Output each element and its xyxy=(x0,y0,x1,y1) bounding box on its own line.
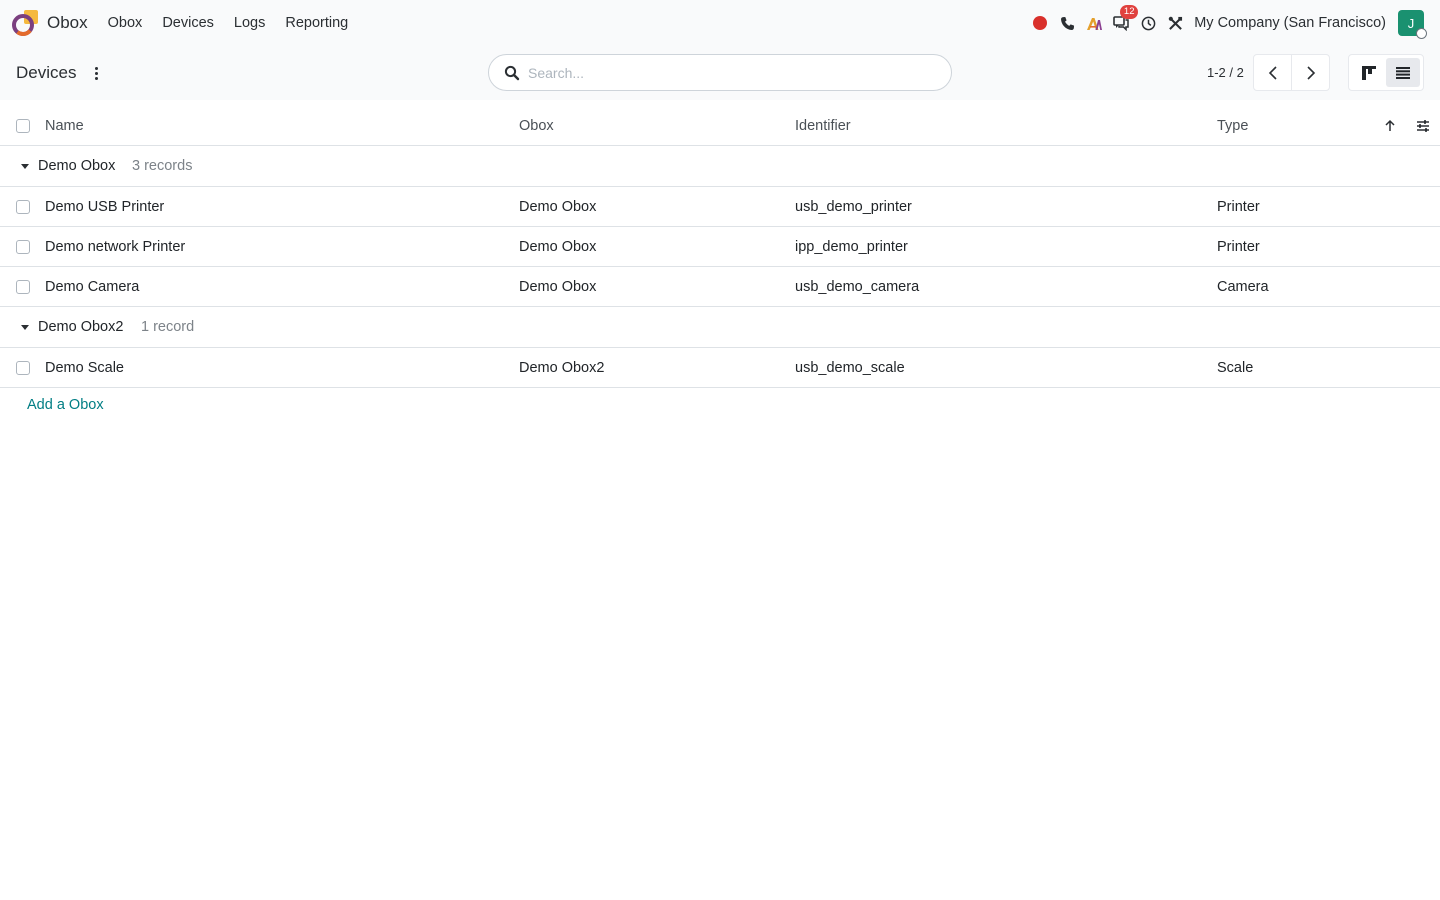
table-row[interactable]: Demo USB Printer Demo Obox usb_demo_prin… xyxy=(0,187,1440,227)
table-row[interactable]: Demo Camera Demo Obox usb_demo_camera Ca… xyxy=(0,267,1440,307)
top-navbar: Obox Obox Devices Logs Reporting 12 My C… xyxy=(0,0,1440,46)
app-brand[interactable]: Obox xyxy=(0,0,88,46)
control-panel: Devices 1-2 / 2 xyxy=(0,46,1440,100)
kanban-icon xyxy=(1362,65,1376,80)
menu-item-reporting[interactable]: Reporting xyxy=(275,0,358,46)
cell-obox: Demo Obox xyxy=(519,238,597,255)
cell-type: Scale xyxy=(1217,359,1254,376)
column-header-obox[interactable]: Obox xyxy=(519,106,554,145)
cell-name: Demo Camera xyxy=(45,278,140,295)
search-bar[interactable] xyxy=(488,54,952,91)
menu-item-obox[interactable]: Obox xyxy=(98,0,153,46)
column-header-name[interactable]: Name xyxy=(45,106,84,145)
presence-status-icon xyxy=(1416,28,1427,39)
group-name: Demo Obox2 xyxy=(38,319,124,335)
cell-identifier: ipp_demo_printer xyxy=(795,238,908,255)
row-checkbox[interactable] xyxy=(16,199,30,214)
chevron-right-icon xyxy=(1306,65,1315,80)
caret-down-icon xyxy=(21,164,29,169)
page-title: Devices xyxy=(16,63,77,82)
avatar[interactable]: J xyxy=(1398,10,1427,39)
devices-list: Name Obox Identifier Type Demo Obox 3 re… xyxy=(0,106,1440,388)
sliders-icon[interactable] xyxy=(1415,118,1431,134)
chat-icon[interactable]: 12 xyxy=(1112,5,1139,32)
group-row[interactable]: Demo Obox 3 records xyxy=(0,146,1440,187)
main-menu: Obox Devices Logs Reporting xyxy=(98,0,359,46)
menu-item-devices[interactable]: Devices xyxy=(152,0,224,46)
cell-name: Demo USB Printer xyxy=(45,198,165,215)
column-header-identifier[interactable]: Identifier xyxy=(795,106,851,145)
app-name: Obox xyxy=(47,13,88,32)
messages-badge: 12 xyxy=(1120,5,1139,19)
phone-icon[interactable] xyxy=(1058,14,1076,32)
row-checkbox[interactable] xyxy=(16,239,30,254)
cell-name: Demo network Printer xyxy=(45,238,186,255)
row-checkbox[interactable] xyxy=(16,360,30,375)
kanban-view-button[interactable] xyxy=(1352,58,1386,87)
systray: 12 My Company (San Francisco) J xyxy=(1022,0,1427,46)
actions-menu-icon[interactable] xyxy=(88,62,104,84)
add-obox-link[interactable]: Add a Obox xyxy=(27,397,104,413)
sort-up-icon[interactable] xyxy=(1382,118,1398,134)
list-view-button[interactable] xyxy=(1386,58,1420,87)
group-record-count: 3 records xyxy=(132,158,193,174)
row-checkbox[interactable] xyxy=(16,279,30,294)
cell-obox: Demo Obox xyxy=(519,278,597,295)
pager-next-button[interactable] xyxy=(1291,54,1330,91)
search-icon xyxy=(504,65,520,81)
cell-identifier: usb_demo_printer xyxy=(795,198,912,215)
clock-icon[interactable] xyxy=(1139,14,1157,32)
avatar-initial: J xyxy=(1407,15,1415,31)
chevron-left-icon xyxy=(1268,65,1277,80)
cell-identifier: usb_demo_camera xyxy=(795,278,920,295)
tools-icon[interactable] xyxy=(1166,14,1184,32)
search-input[interactable] xyxy=(528,57,928,88)
cell-type: Printer xyxy=(1217,238,1260,255)
company-switcher[interactable]: My Company (San Francisco) xyxy=(1194,15,1386,31)
ai-icon[interactable] xyxy=(1085,14,1103,32)
cell-type: Camera xyxy=(1217,278,1269,295)
menu-item-logs[interactable]: Logs xyxy=(224,0,275,46)
group-name: Demo Obox xyxy=(38,158,116,174)
cell-obox: Demo Obox2 xyxy=(519,359,605,376)
brand-logo-icon xyxy=(12,9,40,37)
pager-previous-button[interactable] xyxy=(1253,54,1292,91)
column-header-type[interactable]: Type xyxy=(1217,106,1248,145)
caret-down-icon xyxy=(21,325,29,330)
cell-name: Demo Scale xyxy=(45,359,124,376)
record-icon[interactable] xyxy=(1031,14,1049,32)
view-switcher xyxy=(1348,54,1424,91)
select-all-checkbox[interactable] xyxy=(16,118,30,133)
cell-identifier: usb_demo_scale xyxy=(795,359,905,376)
group-record-count: 1 record xyxy=(141,319,195,335)
table-row[interactable]: Demo network Printer Demo Obox ipp_demo_… xyxy=(0,227,1440,267)
table-row[interactable]: Demo Scale Demo Obox2 usb_demo_scale Sca… xyxy=(0,348,1440,388)
cell-type: Printer xyxy=(1217,198,1260,215)
cell-obox: Demo Obox xyxy=(519,198,597,215)
list-header: Name Obox Identifier Type xyxy=(0,106,1440,146)
pager-value[interactable]: 1-2 / 2 xyxy=(1207,65,1244,80)
list-icon xyxy=(1396,66,1410,79)
group-row[interactable]: Demo Obox2 1 record xyxy=(0,307,1440,348)
